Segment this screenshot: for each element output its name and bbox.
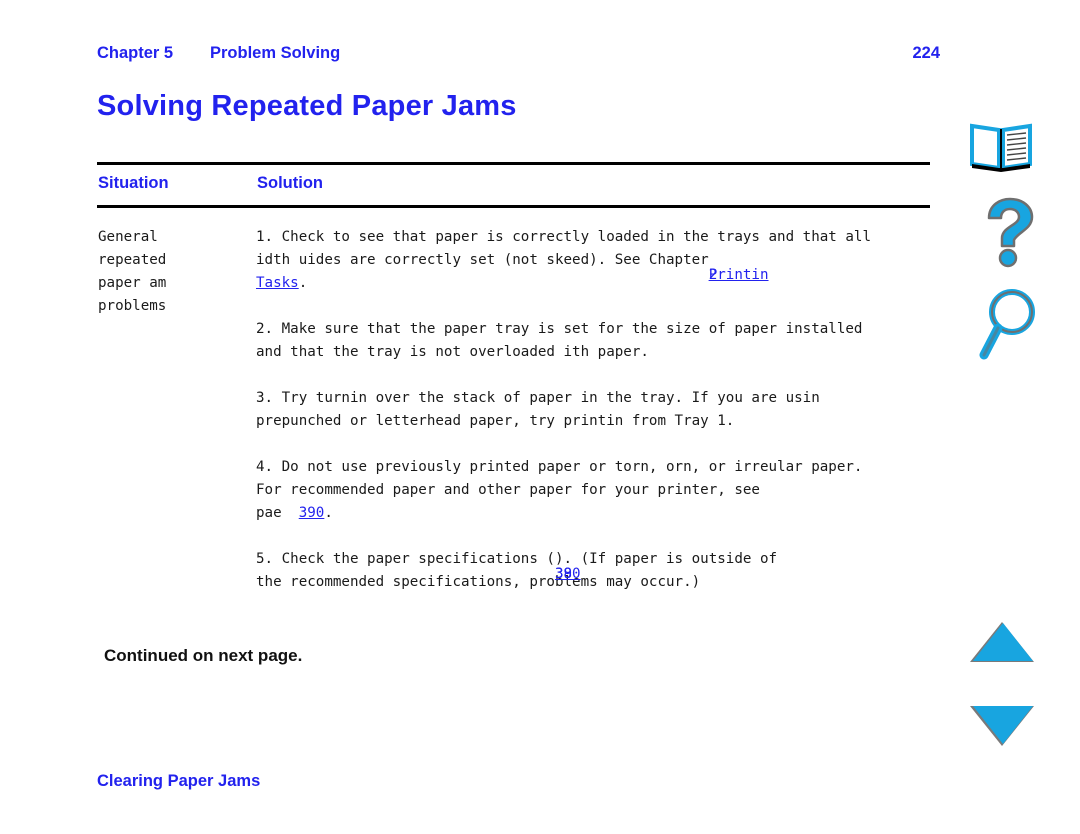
- step-5-link-page-38[interactable]: 38: [555, 563, 572, 586]
- table-top-rule: [97, 162, 930, 165]
- step-4-line-3-period: .: [324, 505, 333, 521]
- step-1-line-1: 1. Check to see that paper is correctly …: [256, 229, 871, 245]
- solution-step-2: 2. Make sure that the paper tray is set …: [256, 318, 1046, 364]
- solution-cell: 1. Check to see that paper is correctly …: [256, 226, 1046, 594]
- header-section-title: Problem Solving: [210, 44, 341, 62]
- continued-on-next-page-note: Continued on next page.: [104, 646, 303, 665]
- step-4-line-1: 4. Do not use previously printed paper o…: [256, 459, 863, 475]
- footer-link-clearing-paper-jams[interactable]: Clearing Paper Jams: [97, 772, 260, 791]
- table-header-rule: [97, 205, 930, 208]
- step-5-line-1-suffix: ). (If paper is outside of: [554, 551, 778, 567]
- solution-step-5: 5. Check the paper specifications (390 38…: [256, 548, 1046, 594]
- situation-cell: General repeated paper am problems: [98, 229, 167, 314]
- step-2-line-2: and that the tray is not overloaded ith …: [256, 344, 649, 360]
- triangle-up-icon[interactable]: [970, 620, 1034, 662]
- book-icon[interactable]: [968, 120, 1034, 172]
- step-4-link-page-390[interactable]: 390: [299, 505, 325, 521]
- step-2-line-1: 2. Make sure that the paper tray is set …: [256, 321, 863, 337]
- solution-step-1: 1. Check to see that paper is correctly …: [256, 226, 1046, 295]
- step-1-link-printing[interactable]: Printin: [709, 264, 769, 287]
- solution-step-3: 3. Try turnin over the stack of paper in…: [256, 387, 1046, 433]
- triangle-down-shape: [970, 706, 1034, 748]
- triangle-down-icon[interactable]: [970, 706, 1034, 748]
- step-5-line-2: the recommended specifications, problems…: [256, 574, 701, 590]
- header-chapter: Chapter 5: [97, 44, 174, 62]
- magnifier-icon[interactable]: [978, 285, 1038, 361]
- question-mark-icon[interactable]: [980, 196, 1038, 268]
- document-page: Chapter 5 Problem Solving 224 Solving Re…: [0, 0, 1080, 834]
- step-1-line-2-text: idth uides are correctly set (not skeed)…: [256, 252, 709, 268]
- step-1-link-tasks[interactable]: Tasks: [256, 275, 299, 291]
- step-4-line-2: For recommended paper and other paper fo…: [256, 482, 760, 498]
- step-1-line-3-period: .: [298, 275, 308, 291]
- triangle-up-shape: [970, 620, 1034, 662]
- page-title: Solving Repeated Paper Jams: [97, 90, 517, 122]
- step-3-line-2: prepunched or letterhead paper, try prin…: [256, 413, 735, 429]
- page-number: 224: [912, 44, 940, 62]
- page-header: Chapter 5 Problem Solving 224: [97, 44, 957, 68]
- column-header-situation: Situation: [98, 174, 169, 192]
- step-3-line-1: 3. Try turnin over the stack of paper in…: [256, 390, 820, 406]
- column-header-solution: Solution: [257, 174, 323, 192]
- step-5-line-1-prefix: 5. Check the paper specifications (: [256, 551, 555, 567]
- step-4-line-3-prefix: pae: [256, 505, 299, 521]
- solution-step-4: 4. Do not use previously printed paper o…: [256, 456, 1046, 525]
